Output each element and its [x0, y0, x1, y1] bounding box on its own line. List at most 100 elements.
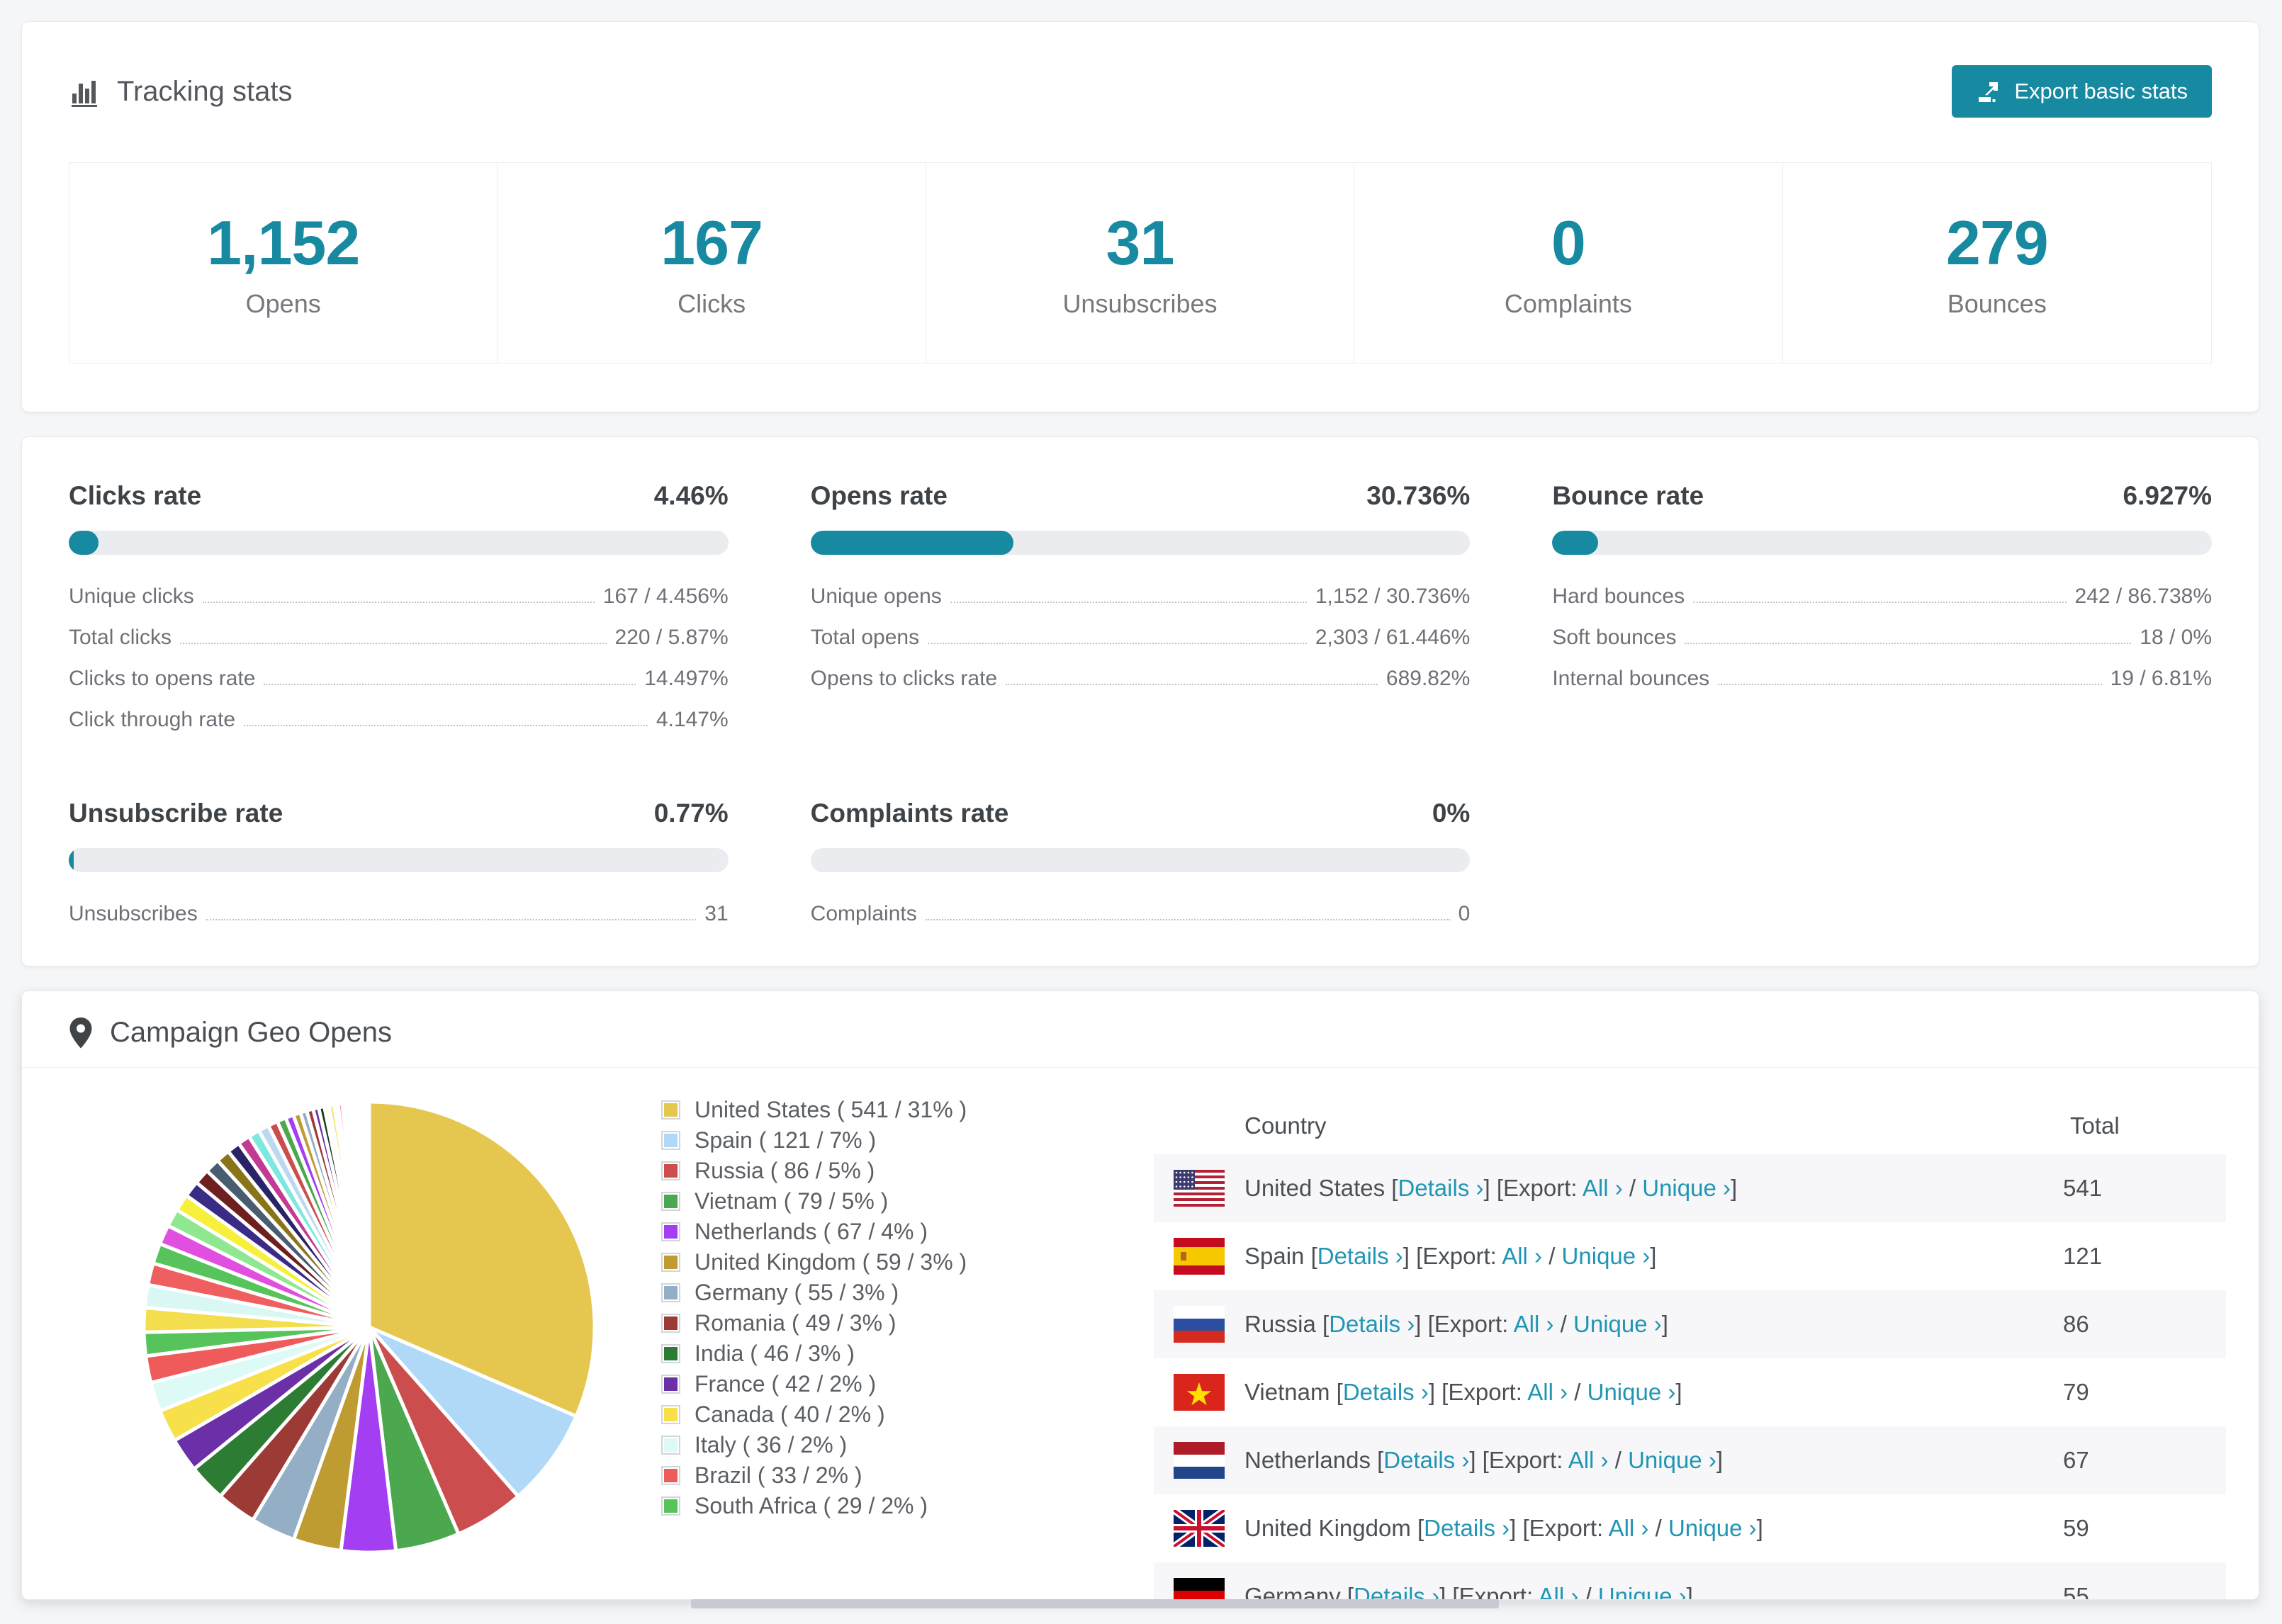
legend-item-united-states[interactable]: United States ( 541 / 31% ) — [661, 1095, 967, 1125]
legend-label: Brazil ( 33 / 2% ) — [695, 1462, 862, 1488]
details-link[interactable]: Details › — [1398, 1175, 1483, 1201]
legend-label: Netherlands ( 67 / 4% ) — [695, 1219, 928, 1244]
details-link[interactable]: Details › — [1317, 1243, 1403, 1269]
export-all-link[interactable]: All › — [1514, 1311, 1554, 1337]
slash-separator: / — [1542, 1243, 1562, 1269]
geo-table-row-es: Spain [Details ›] [Export: All › / Uniqu… — [1154, 1222, 2226, 1290]
flag-de-icon — [1174, 1578, 1225, 1599]
rate-progress-track — [810, 848, 1471, 872]
export-prefix: ] [Export: — [1439, 1583, 1539, 1600]
legend-item-south-africa[interactable]: South Africa ( 29 / 2% ) — [661, 1491, 967, 1521]
legend-item-united-kingdom[interactable]: United Kingdom ( 59 / 3% ) — [661, 1247, 967, 1278]
legend-item-vietnam[interactable]: Vietnam ( 79 / 5% ) — [661, 1186, 967, 1217]
export-basic-stats-button[interactable]: Export basic stats — [1952, 65, 2212, 118]
stat-value: 31 — [1106, 208, 1175, 278]
map-pin-icon — [69, 1017, 93, 1049]
export-unique-link[interactable]: Unique › — [1642, 1175, 1731, 1201]
flag-ru-icon — [1174, 1306, 1225, 1343]
rate-row: Hard bounces 242 / 86.738% — [1552, 585, 2212, 609]
bracket-close: ] — [1716, 1447, 1723, 1473]
rate-row-label: Click through rate — [69, 708, 236, 731]
legend-swatch — [661, 1344, 680, 1363]
export-all-link[interactable]: All › — [1568, 1447, 1609, 1473]
geo-table-row-vn: Vietnam [Details ›] [Export: All › / Uni… — [1154, 1358, 2226, 1426]
export-unique-link[interactable]: Unique › — [1573, 1311, 1662, 1337]
export-prefix: ] [Export: — [1469, 1447, 1568, 1473]
legend-swatch — [661, 1496, 680, 1516]
rate-row-label: Internal bounces — [1552, 667, 1710, 690]
rate-row: Total opens 2,303 / 61.446% — [811, 626, 1471, 650]
dotted-leader — [950, 602, 1307, 603]
rate-row: Total clicks 220 / 5.87% — [69, 626, 729, 650]
rate-row-label: Unique opens — [810, 585, 942, 608]
legend-swatch — [661, 1131, 680, 1150]
legend-item-canada[interactable]: Canada ( 40 / 2% ) — [661, 1399, 967, 1430]
details-link[interactable]: Details › — [1354, 1583, 1439, 1599]
rate-progress-track — [69, 848, 729, 872]
rate-row-value: 31 — [704, 902, 729, 925]
legend-label: United Kingdom ( 59 / 3% ) — [695, 1249, 967, 1275]
export-all-link[interactable]: All › — [1583, 1175, 1623, 1201]
export-unique-link[interactable]: Unique › — [1628, 1447, 1716, 1473]
legend-item-spain[interactable]: Spain ( 121 / 7% ) — [661, 1125, 967, 1156]
dotted-leader — [1718, 684, 2102, 685]
geo-table-row-nl: Netherlands [Details ›] [Export: All › /… — [1154, 1426, 2226, 1494]
export-all-link[interactable]: All › — [1538, 1583, 1578, 1599]
country-cell: Vietnam [Details ›] [Export: All › / Uni… — [1244, 1379, 1682, 1406]
rate-value: 0% — [1432, 799, 1471, 828]
legend-item-france[interactable]: France ( 42 / 2% ) — [661, 1369, 967, 1399]
bracket-close: ] — [1661, 1311, 1668, 1337]
details-link[interactable]: Details › — [1424, 1515, 1510, 1541]
rate-value: 30.736% — [1366, 481, 1471, 510]
stat-value: 0 — [1551, 208, 1586, 278]
rate-row: Unique clicks 167 / 4.456% — [69, 585, 729, 609]
rate-block-opens-rate: Opens rate 30.736% Unique opens 1,152 / 30.… — [810, 481, 1471, 749]
details-link[interactable]: Details › — [1329, 1311, 1415, 1337]
geo-table-row-ru: Russia [Details ›] [Export: All › / Uniq… — [1154, 1290, 2226, 1358]
legend-item-romania[interactable]: Romania ( 49 / 3% ) — [661, 1308, 967, 1338]
export-all-link[interactable]: All › — [1527, 1379, 1568, 1405]
details-link[interactable]: Details › — [1383, 1447, 1469, 1473]
bracket-close: ] — [1675, 1379, 1682, 1405]
country-cell: Russia [Details ›] [Export: All › / Uniq… — [1244, 1311, 1668, 1338]
legend-item-russia[interactable]: Russia ( 86 / 5% ) — [661, 1156, 967, 1186]
rate-title: Clicks rate — [69, 481, 202, 510]
legend-item-germany[interactable]: Germany ( 55 / 3% ) — [661, 1278, 967, 1308]
flag-us-icon — [1174, 1170, 1225, 1207]
stat-label: Complaints — [1504, 289, 1632, 318]
legend-label: India ( 46 / 3% ) — [695, 1341, 855, 1366]
horizontal-scrollbar-thumb[interactable] — [691, 1599, 1499, 1608]
rate-row: Clicks to opens rate 14.497% — [69, 667, 729, 691]
export-unique-link[interactable]: Unique › — [1668, 1515, 1757, 1541]
legend-item-italy[interactable]: Italy ( 36 / 2% ) — [661, 1430, 967, 1460]
country-name: Spain [ — [1244, 1243, 1317, 1269]
rate-row-label: Opens to clicks rate — [810, 667, 998, 690]
rate-row-value: 1,152 / 30.736% — [1315, 585, 1471, 608]
rate-value: 0.77% — [653, 799, 729, 828]
rate-title: Complaints rate — [810, 799, 1009, 828]
rate-row-value: 167 / 4.456% — [602, 585, 729, 608]
export-unique-link[interactable]: Unique › — [1587, 1379, 1676, 1405]
rate-row-label: Total opens — [810, 626, 920, 649]
total-cell: 55 — [2063, 1583, 2089, 1600]
bracket-close: ] — [1756, 1515, 1763, 1541]
legend-item-netherlands[interactable]: Netherlands ( 67 / 4% ) — [661, 1217, 967, 1247]
export-unique-link[interactable]: Unique › — [1562, 1243, 1651, 1269]
dotted-leader — [264, 684, 636, 685]
export-all-link[interactable]: All › — [1502, 1243, 1542, 1269]
export-unique-link[interactable]: Unique › — [1598, 1583, 1687, 1599]
legend-label: Romania ( 49 / 3% ) — [695, 1310, 896, 1336]
tracking-stats-header: Tracking stats Export basic stats — [69, 55, 2212, 128]
country-cell: United States [Details ›] [Export: All ›… — [1244, 1175, 1737, 1202]
legend-item-brazil[interactable]: Brazil ( 33 / 2% ) — [661, 1460, 967, 1491]
legend-item-india[interactable]: India ( 46 / 3% ) — [661, 1338, 967, 1369]
country-name: Germany [ — [1244, 1583, 1354, 1600]
legend-label: Canada ( 40 / 2% ) — [695, 1402, 885, 1427]
export-prefix: ] [Export: — [1510, 1515, 1609, 1541]
rate-row-value: 0 — [1458, 902, 1471, 925]
export-all-link[interactable]: All › — [1609, 1515, 1649, 1541]
stat-label: Clicks — [678, 289, 746, 318]
details-link[interactable]: Details › — [1343, 1379, 1429, 1405]
legend-swatch — [661, 1192, 680, 1211]
legend-swatch — [661, 1283, 680, 1302]
